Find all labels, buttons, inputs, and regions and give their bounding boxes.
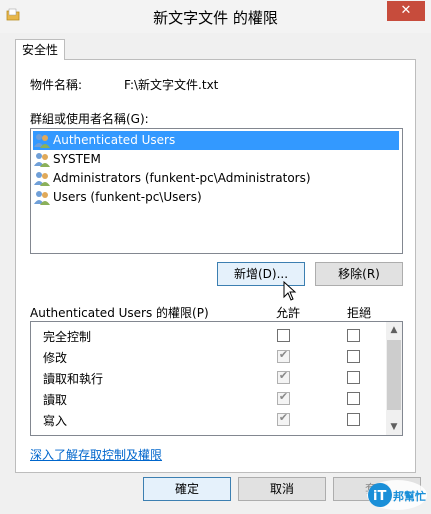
remove-button[interactable]: 移除(R)	[315, 262, 403, 286]
user-name: Users (funkent-pc\Users)	[53, 190, 202, 204]
allow-checkbox[interactable]: ✔	[277, 369, 290, 384]
permission-row-full-control: 完全控制	[31, 325, 386, 346]
ok-button[interactable]: 確定	[143, 477, 231, 501]
checkmark-icon: ✔	[278, 411, 289, 424]
deny-column-header: 拒絕	[347, 306, 372, 320]
deny-checkbox[interactable]	[347, 392, 360, 405]
mouse-cursor-icon	[283, 281, 297, 301]
users-listbox[interactable]: Authenticated Users SYSTEM Administrator…	[30, 128, 403, 254]
window-title: 新文字文件 的權限	[153, 9, 278, 27]
deny-checkbox[interactable]	[347, 329, 360, 342]
permission-row-read-execute: 讀取和執行 ✔	[31, 367, 386, 388]
users-group-icon	[34, 134, 50, 148]
permissions-scrollbar[interactable]: ▲ ▼	[386, 322, 402, 435]
learn-more-link[interactable]: 深入了解存取控制及權限	[30, 446, 162, 463]
allow-checkbox[interactable]	[277, 329, 290, 342]
permissions-label: Authenticated Users 的權限(P)	[30, 306, 209, 320]
users-list-label: 群組或使用者名稱(G):	[30, 112, 149, 126]
svg-text:iT: iT	[373, 489, 386, 504]
checkmark-icon: ✔	[278, 390, 289, 403]
deny-checkbox[interactable]	[347, 350, 360, 363]
permission-row-read: 讀取 ✔	[31, 388, 386, 409]
scroll-thumb[interactable]	[387, 340, 401, 410]
user-name: Administrators (funkent-pc\Administrator…	[53, 171, 311, 185]
permissions-list: 完全控制 修改 ✔ 讀取和執行 ✔ 讀取 ✔ 寫入 ✔ ▲ ▼	[30, 321, 403, 436]
cancel-button[interactable]: 取消	[238, 477, 326, 501]
users-group-icon	[34, 153, 50, 167]
close-button[interactable]: ✕	[387, 1, 425, 21]
user-name: Authenticated Users	[53, 133, 176, 147]
ithome-watermark-logo: iT 邦幫忙	[367, 480, 427, 510]
checkmark-icon: ✔	[278, 369, 289, 382]
allow-column-header: 允許	[276, 306, 301, 320]
permission-row-modify: 修改 ✔	[31, 346, 386, 367]
user-name: SYSTEM	[53, 152, 101, 166]
checkmark-icon: ✔	[278, 348, 289, 361]
permission-name: 讀取	[43, 393, 68, 407]
permission-name: 完全控制	[43, 330, 92, 344]
deny-checkbox[interactable]	[347, 413, 360, 426]
title-bar: 新文字文件 的權限 ✕	[0, 0, 431, 33]
list-item-authenticated-users[interactable]: Authenticated Users	[33, 131, 399, 150]
allow-checkbox[interactable]: ✔	[277, 348, 290, 363]
allow-checkbox[interactable]: ✔	[277, 390, 290, 405]
users-group-icon	[34, 172, 50, 186]
scroll-up-icon[interactable]: ▲	[386, 322, 402, 338]
deny-checkbox[interactable]	[347, 371, 360, 384]
scroll-down-icon[interactable]: ▼	[386, 419, 402, 435]
object-name-value: F:\新文字文件.txt	[124, 78, 219, 92]
permission-name: 讀取和執行	[43, 372, 104, 386]
users-group-icon	[34, 191, 50, 205]
permission-row-write: 寫入 ✔	[31, 409, 386, 430]
permission-name: 修改	[43, 351, 68, 365]
allow-checkbox[interactable]: ✔	[277, 411, 290, 426]
svg-text:邦幫忙: 邦幫忙	[393, 489, 426, 503]
object-name-label: 物件名稱:	[30, 78, 83, 92]
tab-security[interactable]: 安全性	[15, 39, 65, 60]
permission-name: 寫入	[43, 414, 68, 428]
